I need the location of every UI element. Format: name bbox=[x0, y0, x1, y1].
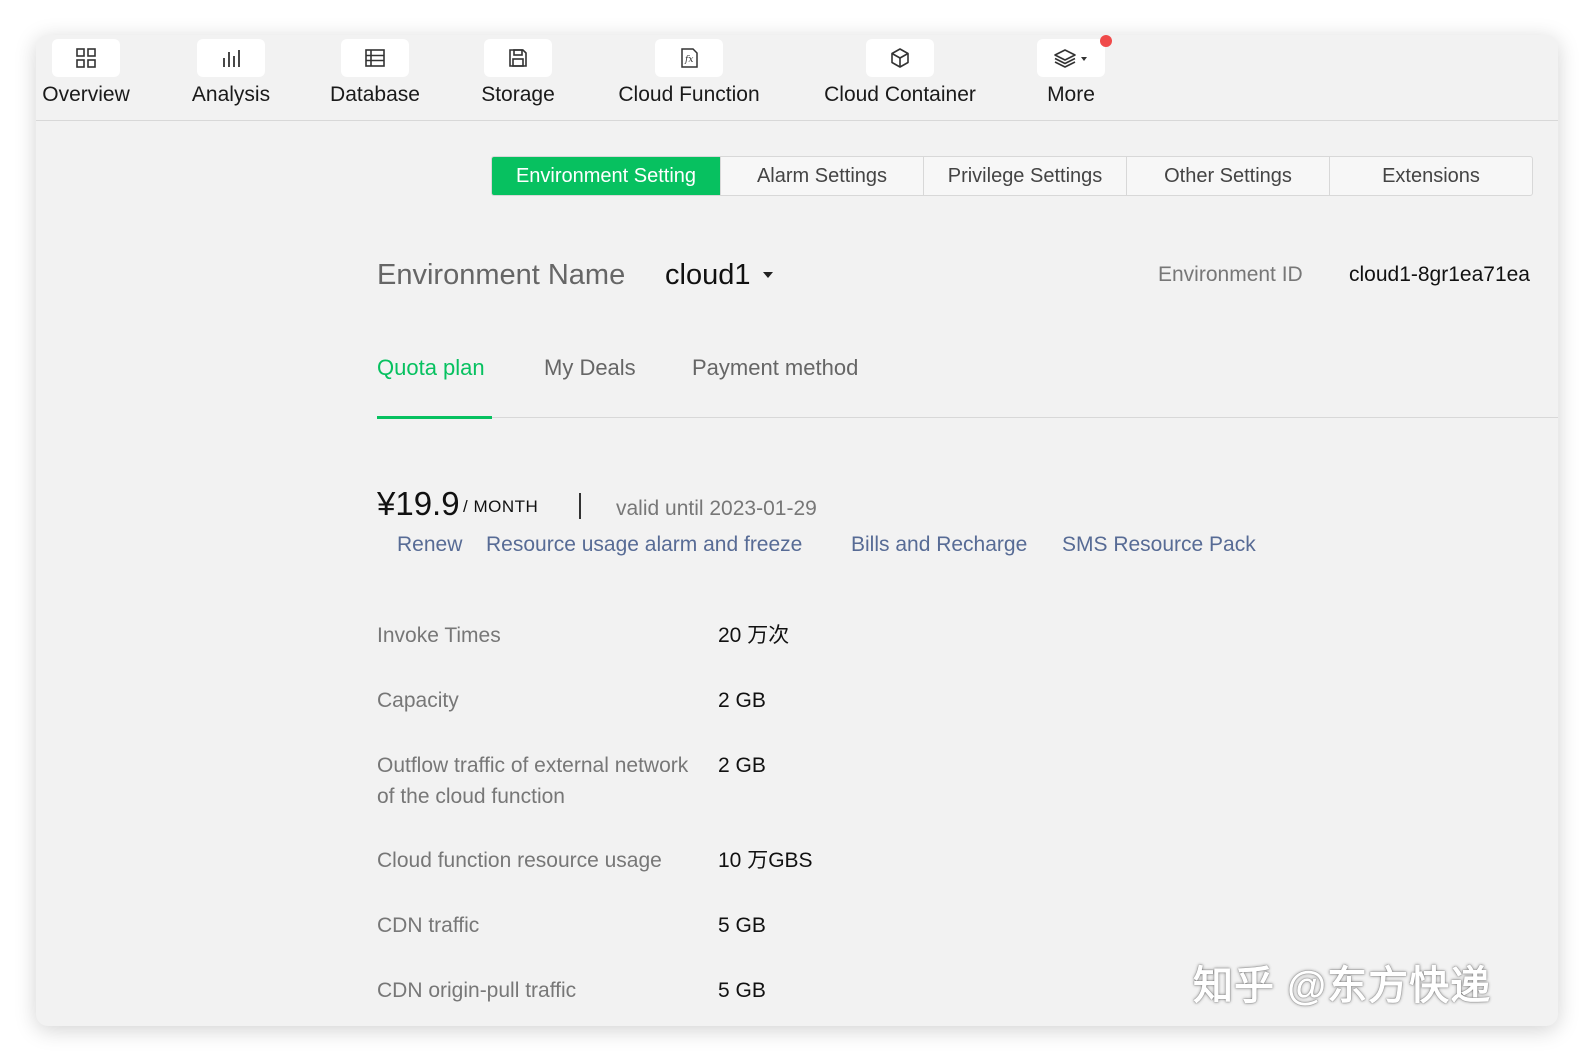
cube-icon bbox=[866, 39, 934, 77]
toolbar-database[interactable]: Database bbox=[330, 39, 420, 107]
toolbar-label: More bbox=[1047, 83, 1095, 106]
toolbar-cloud-container[interactable]: Cloud Container bbox=[820, 39, 980, 107]
notification-badge bbox=[1100, 35, 1112, 47]
quota-value: 10 万GBS bbox=[718, 849, 813, 872]
function-icon: fx bbox=[655, 39, 723, 77]
toolbar-label: Cloud Container bbox=[824, 83, 976, 106]
toolbar-analysis[interactable]: Analysis bbox=[186, 39, 276, 107]
tab-extensions[interactable]: Extensions bbox=[1329, 157, 1532, 195]
quota-label: Cloud function resource usage bbox=[377, 849, 662, 872]
tab-alarm-settings[interactable]: Alarm Settings bbox=[720, 157, 923, 195]
svg-text:fx: fx bbox=[684, 55, 693, 65]
quota-value: 5 GB bbox=[718, 914, 766, 937]
quota-label: Outflow traffic of external network of t… bbox=[377, 754, 689, 808]
environment-name-select[interactable]: cloud1 bbox=[665, 259, 750, 292]
environment-id-value: cloud1-8gr1ea71ea bbox=[1349, 263, 1530, 286]
grid-icon bbox=[52, 39, 120, 77]
tab-privilege-settings[interactable]: Privilege Settings bbox=[923, 157, 1126, 195]
watermark: 知乎 @东方快递 bbox=[1193, 964, 1492, 1008]
tab-environment-setting[interactable]: Environment Setting bbox=[492, 157, 720, 195]
quota-value: 5 GB bbox=[718, 979, 766, 1002]
toolbar-label: Database bbox=[330, 83, 420, 106]
toolbar-more[interactable]: More bbox=[1026, 39, 1116, 107]
toolbar-label: Analysis bbox=[191, 83, 271, 106]
tab-payment-method[interactable]: Payment method bbox=[692, 355, 858, 381]
toolbar-storage[interactable]: Storage bbox=[473, 39, 563, 107]
sms-resource-pack-link[interactable]: SMS Resource Pack bbox=[1062, 533, 1256, 557]
environment-id-label: Environment ID bbox=[1158, 263, 1303, 286]
top-toolbar: Overview Analysis Database Storage fx Cl… bbox=[36, 35, 1558, 121]
alarm-freeze-link[interactable]: Resource usage alarm and freeze bbox=[486, 533, 802, 557]
tab-my-deals[interactable]: My Deals bbox=[544, 355, 636, 381]
quota-label: CDN origin-pull traffic bbox=[377, 979, 577, 1002]
tab-other-settings[interactable]: Other Settings bbox=[1126, 157, 1329, 195]
toolbar-label: Overview bbox=[42, 83, 130, 106]
renew-link[interactable]: Renew bbox=[397, 533, 462, 557]
active-tab-indicator bbox=[377, 416, 492, 419]
quota-label: Invoke Times bbox=[377, 624, 501, 647]
app-window: Overview Analysis Database Storage fx Cl… bbox=[36, 35, 1558, 1026]
plan-valid-until: valid until 2023-01-29 bbox=[616, 497, 817, 520]
quota-value: 2 GB bbox=[718, 689, 766, 712]
floppy-icon bbox=[484, 39, 552, 77]
tab-divider bbox=[377, 417, 1558, 418]
bar-chart-icon bbox=[197, 39, 265, 77]
quota-value: 2 GB bbox=[718, 754, 766, 777]
layers-icon bbox=[1037, 39, 1105, 77]
plan-period: / MONTH bbox=[463, 497, 539, 516]
chevron-down-icon[interactable] bbox=[762, 270, 774, 280]
divider bbox=[579, 493, 581, 519]
toolbar-label: Storage bbox=[481, 83, 555, 106]
toolbar-overview[interactable]: Overview bbox=[41, 39, 131, 107]
quota-label: CDN traffic bbox=[377, 914, 480, 937]
toolbar-cloud-function[interactable]: fx Cloud Function bbox=[614, 39, 764, 107]
toolbar-label: Cloud Function bbox=[618, 83, 760, 106]
tab-quota-plan[interactable]: Quota plan bbox=[377, 355, 485, 381]
quota-label: Capacity bbox=[377, 689, 459, 712]
quota-value: 20 万次 bbox=[718, 624, 790, 647]
environment-name-label: Environment Name bbox=[377, 259, 626, 291]
bills-recharge-link[interactable]: Bills and Recharge bbox=[851, 533, 1027, 557]
database-icon bbox=[341, 39, 409, 77]
plan-price: ¥19.9 bbox=[377, 485, 460, 522]
settings-tabs: Environment Setting Alarm Settings Privi… bbox=[491, 156, 1533, 196]
